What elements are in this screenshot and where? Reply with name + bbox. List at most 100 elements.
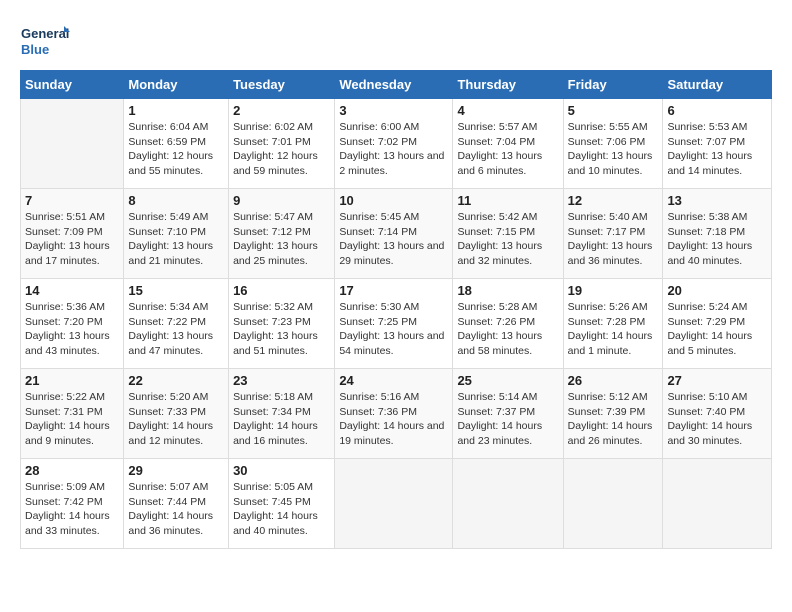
calendar-cell: 5 Sunrise: 5:55 AM Sunset: 7:06 PM Dayli… bbox=[563, 99, 663, 189]
calendar-table: SundayMondayTuesdayWednesdayThursdayFrid… bbox=[20, 70, 772, 549]
day-info: Sunrise: 5:42 AM Sunset: 7:15 PM Dayligh… bbox=[457, 210, 558, 269]
day-number: 11 bbox=[457, 193, 558, 208]
day-info: Sunrise: 5:32 AM Sunset: 7:23 PM Dayligh… bbox=[233, 300, 330, 359]
day-number: 12 bbox=[568, 193, 659, 208]
calendar-cell: 23 Sunrise: 5:18 AM Sunset: 7:34 PM Dayl… bbox=[229, 369, 335, 459]
header-tuesday: Tuesday bbox=[229, 71, 335, 99]
day-number: 13 bbox=[667, 193, 767, 208]
calendar-cell: 15 Sunrise: 5:34 AM Sunset: 7:22 PM Dayl… bbox=[124, 279, 229, 369]
logo-icon: General Blue bbox=[20, 20, 70, 60]
header-sunday: Sunday bbox=[21, 71, 124, 99]
day-number: 16 bbox=[233, 283, 330, 298]
day-info: Sunrise: 5:24 AM Sunset: 7:29 PM Dayligh… bbox=[667, 300, 767, 359]
calendar-cell: 30 Sunrise: 5:05 AM Sunset: 7:45 PM Dayl… bbox=[229, 459, 335, 549]
calendar-cell: 20 Sunrise: 5:24 AM Sunset: 7:29 PM Dayl… bbox=[663, 279, 772, 369]
calendar-cell: 2 Sunrise: 6:02 AM Sunset: 7:01 PM Dayli… bbox=[229, 99, 335, 189]
day-info: Sunrise: 5:14 AM Sunset: 7:37 PM Dayligh… bbox=[457, 390, 558, 449]
calendar-cell bbox=[563, 459, 663, 549]
calendar-cell: 11 Sunrise: 5:42 AM Sunset: 7:15 PM Dayl… bbox=[453, 189, 563, 279]
day-info: Sunrise: 6:02 AM Sunset: 7:01 PM Dayligh… bbox=[233, 120, 330, 179]
day-info: Sunrise: 5:55 AM Sunset: 7:06 PM Dayligh… bbox=[568, 120, 659, 179]
day-info: Sunrise: 5:22 AM Sunset: 7:31 PM Dayligh… bbox=[25, 390, 119, 449]
header-saturday: Saturday bbox=[663, 71, 772, 99]
day-number: 20 bbox=[667, 283, 767, 298]
day-info: Sunrise: 5:20 AM Sunset: 7:33 PM Dayligh… bbox=[128, 390, 224, 449]
header-row: SundayMondayTuesdayWednesdayThursdayFrid… bbox=[21, 71, 772, 99]
week-row-0: 1 Sunrise: 6:04 AM Sunset: 6:59 PM Dayli… bbox=[21, 99, 772, 189]
day-number: 21 bbox=[25, 373, 119, 388]
day-number: 14 bbox=[25, 283, 119, 298]
day-number: 28 bbox=[25, 463, 119, 478]
day-info: Sunrise: 5:18 AM Sunset: 7:34 PM Dayligh… bbox=[233, 390, 330, 449]
calendar-cell: 19 Sunrise: 5:26 AM Sunset: 7:28 PM Dayl… bbox=[563, 279, 663, 369]
day-number: 30 bbox=[233, 463, 330, 478]
day-number: 8 bbox=[128, 193, 224, 208]
day-number: 23 bbox=[233, 373, 330, 388]
day-info: Sunrise: 5:28 AM Sunset: 7:26 PM Dayligh… bbox=[457, 300, 558, 359]
day-number: 6 bbox=[667, 103, 767, 118]
day-number: 5 bbox=[568, 103, 659, 118]
day-number: 7 bbox=[25, 193, 119, 208]
calendar-cell bbox=[663, 459, 772, 549]
header-friday: Friday bbox=[563, 71, 663, 99]
day-info: Sunrise: 5:10 AM Sunset: 7:40 PM Dayligh… bbox=[667, 390, 767, 449]
day-number: 15 bbox=[128, 283, 224, 298]
day-number: 25 bbox=[457, 373, 558, 388]
day-info: Sunrise: 5:16 AM Sunset: 7:36 PM Dayligh… bbox=[339, 390, 448, 449]
week-row-2: 14 Sunrise: 5:36 AM Sunset: 7:20 PM Dayl… bbox=[21, 279, 772, 369]
day-info: Sunrise: 5:26 AM Sunset: 7:28 PM Dayligh… bbox=[568, 300, 659, 359]
day-info: Sunrise: 5:38 AM Sunset: 7:18 PM Dayligh… bbox=[667, 210, 767, 269]
calendar-cell: 24 Sunrise: 5:16 AM Sunset: 7:36 PM Dayl… bbox=[335, 369, 453, 459]
calendar-cell: 4 Sunrise: 5:57 AM Sunset: 7:04 PM Dayli… bbox=[453, 99, 563, 189]
day-info: Sunrise: 6:00 AM Sunset: 7:02 PM Dayligh… bbox=[339, 120, 448, 179]
day-info: Sunrise: 5:05 AM Sunset: 7:45 PM Dayligh… bbox=[233, 480, 330, 539]
day-number: 9 bbox=[233, 193, 330, 208]
day-info: Sunrise: 5:30 AM Sunset: 7:25 PM Dayligh… bbox=[339, 300, 448, 359]
day-number: 3 bbox=[339, 103, 448, 118]
week-row-4: 28 Sunrise: 5:09 AM Sunset: 7:42 PM Dayl… bbox=[21, 459, 772, 549]
page-header: General Blue bbox=[20, 20, 772, 60]
calendar-cell: 17 Sunrise: 5:30 AM Sunset: 7:25 PM Dayl… bbox=[335, 279, 453, 369]
logo: General Blue bbox=[20, 20, 70, 60]
day-info: Sunrise: 5:45 AM Sunset: 7:14 PM Dayligh… bbox=[339, 210, 448, 269]
svg-text:General: General bbox=[21, 26, 69, 41]
calendar-cell: 7 Sunrise: 5:51 AM Sunset: 7:09 PM Dayli… bbox=[21, 189, 124, 279]
day-number: 29 bbox=[128, 463, 224, 478]
calendar-cell: 29 Sunrise: 5:07 AM Sunset: 7:44 PM Dayl… bbox=[124, 459, 229, 549]
day-number: 27 bbox=[667, 373, 767, 388]
day-info: Sunrise: 5:36 AM Sunset: 7:20 PM Dayligh… bbox=[25, 300, 119, 359]
week-row-1: 7 Sunrise: 5:51 AM Sunset: 7:09 PM Dayli… bbox=[21, 189, 772, 279]
week-row-3: 21 Sunrise: 5:22 AM Sunset: 7:31 PM Dayl… bbox=[21, 369, 772, 459]
day-info: Sunrise: 5:47 AM Sunset: 7:12 PM Dayligh… bbox=[233, 210, 330, 269]
day-number: 2 bbox=[233, 103, 330, 118]
day-number: 4 bbox=[457, 103, 558, 118]
calendar-cell: 27 Sunrise: 5:10 AM Sunset: 7:40 PM Dayl… bbox=[663, 369, 772, 459]
calendar-header: SundayMondayTuesdayWednesdayThursdayFrid… bbox=[21, 71, 772, 99]
calendar-cell: 13 Sunrise: 5:38 AM Sunset: 7:18 PM Dayl… bbox=[663, 189, 772, 279]
calendar-cell bbox=[335, 459, 453, 549]
svg-text:Blue: Blue bbox=[21, 42, 49, 57]
calendar-cell: 21 Sunrise: 5:22 AM Sunset: 7:31 PM Dayl… bbox=[21, 369, 124, 459]
calendar-cell: 18 Sunrise: 5:28 AM Sunset: 7:26 PM Dayl… bbox=[453, 279, 563, 369]
calendar-cell: 8 Sunrise: 5:49 AM Sunset: 7:10 PM Dayli… bbox=[124, 189, 229, 279]
calendar-cell: 14 Sunrise: 5:36 AM Sunset: 7:20 PM Dayl… bbox=[21, 279, 124, 369]
day-info: Sunrise: 5:12 AM Sunset: 7:39 PM Dayligh… bbox=[568, 390, 659, 449]
header-monday: Monday bbox=[124, 71, 229, 99]
day-number: 10 bbox=[339, 193, 448, 208]
day-info: Sunrise: 6:04 AM Sunset: 6:59 PM Dayligh… bbox=[128, 120, 224, 179]
day-info: Sunrise: 5:49 AM Sunset: 7:10 PM Dayligh… bbox=[128, 210, 224, 269]
day-info: Sunrise: 5:57 AM Sunset: 7:04 PM Dayligh… bbox=[457, 120, 558, 179]
day-info: Sunrise: 5:09 AM Sunset: 7:42 PM Dayligh… bbox=[25, 480, 119, 539]
day-info: Sunrise: 5:40 AM Sunset: 7:17 PM Dayligh… bbox=[568, 210, 659, 269]
calendar-cell: 10 Sunrise: 5:45 AM Sunset: 7:14 PM Dayl… bbox=[335, 189, 453, 279]
calendar-cell: 9 Sunrise: 5:47 AM Sunset: 7:12 PM Dayli… bbox=[229, 189, 335, 279]
calendar-cell: 6 Sunrise: 5:53 AM Sunset: 7:07 PM Dayli… bbox=[663, 99, 772, 189]
calendar-cell: 26 Sunrise: 5:12 AM Sunset: 7:39 PM Dayl… bbox=[563, 369, 663, 459]
day-info: Sunrise: 5:34 AM Sunset: 7:22 PM Dayligh… bbox=[128, 300, 224, 359]
calendar-cell bbox=[21, 99, 124, 189]
day-number: 22 bbox=[128, 373, 224, 388]
calendar-cell: 1 Sunrise: 6:04 AM Sunset: 6:59 PM Dayli… bbox=[124, 99, 229, 189]
calendar-cell: 16 Sunrise: 5:32 AM Sunset: 7:23 PM Dayl… bbox=[229, 279, 335, 369]
day-number: 19 bbox=[568, 283, 659, 298]
calendar-cell: 25 Sunrise: 5:14 AM Sunset: 7:37 PM Dayl… bbox=[453, 369, 563, 459]
